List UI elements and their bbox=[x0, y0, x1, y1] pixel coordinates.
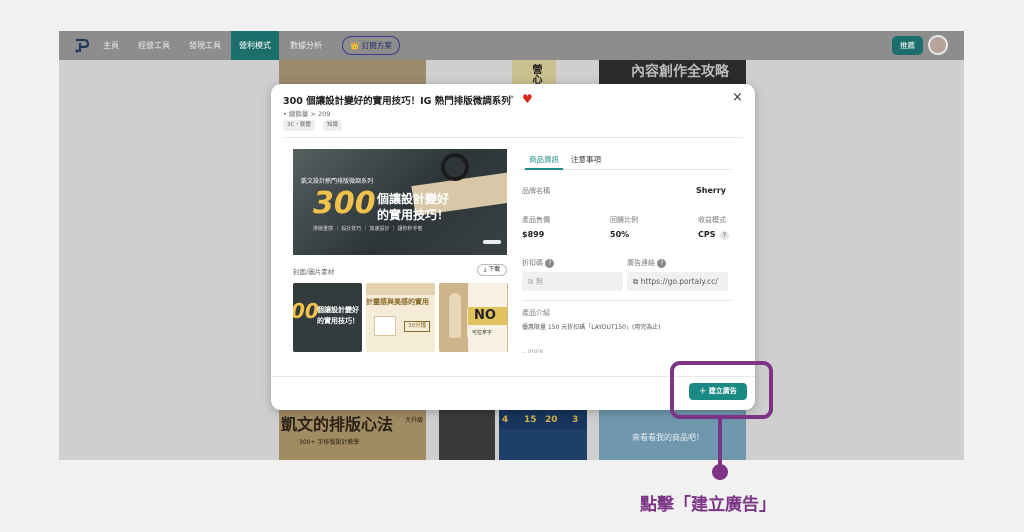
nav-discovery-tools[interactable]: 發現工具 bbox=[189, 31, 221, 60]
discount-code-field[interactable]: ⧉ 無 bbox=[522, 272, 623, 291]
close-icon[interactable]: × bbox=[732, 90, 743, 105]
top-navigation: 主頁 經營工具 發現工具 營利模式 數據分析 👑 訂閱方案 推薦 bbox=[59, 31, 964, 60]
cover-bullets: 排版重感 ｜ 設計技巧 ｜ 加速設計 ｜ 讓你秒字者 bbox=[313, 226, 423, 232]
product-cover-image: 凱文設計熱門排版微調系列 300 個讓設計變好 的實用技巧！ 排版重感 ｜ 設計… bbox=[293, 149, 507, 255]
subscription-plan-button[interactable]: 👑 訂閱方案 bbox=[342, 36, 400, 55]
info-icon[interactable]: ? bbox=[657, 258, 667, 268]
brand-value: Sherry bbox=[696, 186, 726, 195]
price-value: $899 bbox=[522, 230, 545, 239]
tab-product-info[interactable]: 商品資訊 bbox=[525, 153, 563, 170]
thumb-text: 計靈感與美感的實用 bbox=[366, 298, 429, 306]
revenue-model-value: CPS bbox=[698, 230, 716, 239]
product-intro-text: 優惠限量 150 元折扣碼「LAYOUT150」(用完為止) bbox=[522, 324, 661, 331]
bg-side-text: 營心 bbox=[530, 64, 541, 84]
thumb-text: 的實用技巧！ bbox=[317, 317, 359, 325]
info-tabs: 商品資訊 注意事項 bbox=[519, 153, 731, 170]
highlight-box bbox=[670, 361, 773, 419]
modal-title: 300 個讓設計變好的實用技巧！IG 熱門排版微調系列 bbox=[283, 96, 511, 107]
bg-card-badge: 大升級 bbox=[405, 417, 424, 424]
category-tag: 3C・軟體 bbox=[283, 120, 315, 131]
copy-icon[interactable]: ⧉ bbox=[528, 277, 536, 286]
calendar-day: 3 bbox=[572, 415, 579, 425]
asset-thumbnail[interactable]: 計靈感與美感的實用 30分鐘 bbox=[366, 283, 435, 352]
cover-assets-label: 封面/圖片素材 bbox=[293, 268, 335, 276]
app-logo-icon[interactable] bbox=[73, 37, 93, 54]
commission-label: 回饋比例 bbox=[610, 216, 638, 224]
thumb-text: 個讓設計變好 bbox=[317, 306, 359, 314]
recommend-button[interactable]: 推薦 bbox=[892, 36, 923, 55]
nav-home[interactable]: 主頁 bbox=[103, 31, 119, 60]
discount-code-label: 折扣碼 ? bbox=[522, 258, 555, 268]
bg-card-sub: 300+ 字排版設計教學 bbox=[299, 439, 360, 446]
cover-headline: 的實用技巧！ bbox=[377, 208, 450, 222]
cover-number: 300 bbox=[313, 186, 376, 221]
asset-thumbnail[interactable]: NO 可拉拿字 bbox=[468, 283, 507, 352]
brand-label: 品牌名稱 bbox=[522, 187, 550, 195]
thumb-badge: 30分鐘 bbox=[404, 321, 430, 332]
category-tag: 知識 bbox=[323, 120, 343, 131]
thumb-text: 可拉拿字 bbox=[472, 330, 493, 336]
calendar-day: 4 bbox=[502, 415, 509, 425]
calendar-day: 20 bbox=[545, 415, 558, 425]
commission-value: 50% bbox=[610, 230, 630, 239]
divider bbox=[283, 137, 743, 138]
external-link-icon[interactable]: ↗ bbox=[507, 94, 515, 104]
cover-series: 凱文設計熱門排版微調系列 bbox=[301, 178, 374, 185]
bg-calendar-card: 4 15 20 3 bbox=[499, 409, 587, 460]
revenue-model-label: 收益模式 bbox=[698, 216, 726, 224]
ad-link-field[interactable]: ⧉ https://go.portaly.cc/ bbox=[627, 272, 728, 291]
bg-product-card: 凱文的排版心法 大升級 300+ 字排版設計教學 bbox=[279, 409, 426, 460]
help-icon[interactable]: ? bbox=[720, 231, 729, 240]
magnifier-illustration bbox=[441, 153, 469, 181]
show-more-link[interactable]: ...more bbox=[522, 348, 543, 355]
asset-thumbnail[interactable]: 00 個讓設計變好 的實用技巧！ bbox=[293, 283, 362, 352]
bg-product-card bbox=[439, 409, 495, 460]
info-icon[interactable]: ? bbox=[545, 258, 555, 268]
nav-analytics[interactable]: 數據分析 bbox=[290, 31, 322, 60]
price-label: 產品售價 bbox=[522, 216, 550, 224]
tab-notes[interactable]: 注意事項 bbox=[571, 153, 601, 170]
divider bbox=[522, 300, 732, 301]
bg-tile-heading: 內容創作全攻略 bbox=[631, 64, 729, 80]
pointer-dot bbox=[712, 464, 728, 480]
download-button[interactable]: ⤓ 下載 bbox=[477, 264, 507, 276]
user-avatar[interactable] bbox=[928, 35, 948, 55]
instruction-caption: 點擊「建立廣告」 bbox=[640, 495, 776, 515]
calendar-day: 15 bbox=[524, 415, 537, 425]
cover-headline: 個讓設計變好 bbox=[377, 192, 450, 206]
thumb-text: NO bbox=[474, 308, 496, 323]
pointer-line bbox=[718, 419, 722, 465]
product-intro-label: 產品介紹 bbox=[522, 309, 550, 317]
nav-monetization[interactable]: 營利模式 bbox=[231, 31, 279, 60]
bg-card-heading: 凱文的排版心法 bbox=[281, 415, 394, 434]
download-label: 下載 bbox=[488, 266, 501, 273]
ad-link-label: 廣告連結 ? bbox=[627, 258, 667, 268]
bg-promo-text: 來看看我的商品吧！ bbox=[632, 433, 704, 442]
sales-count: • 總銷量 > 209 bbox=[283, 110, 331, 118]
copy-icon[interactable]: ⧉ bbox=[633, 277, 641, 286]
heart-icon[interactable]: ♥ bbox=[522, 92, 533, 106]
nav-management-tools[interactable]: 經營工具 bbox=[138, 31, 170, 60]
